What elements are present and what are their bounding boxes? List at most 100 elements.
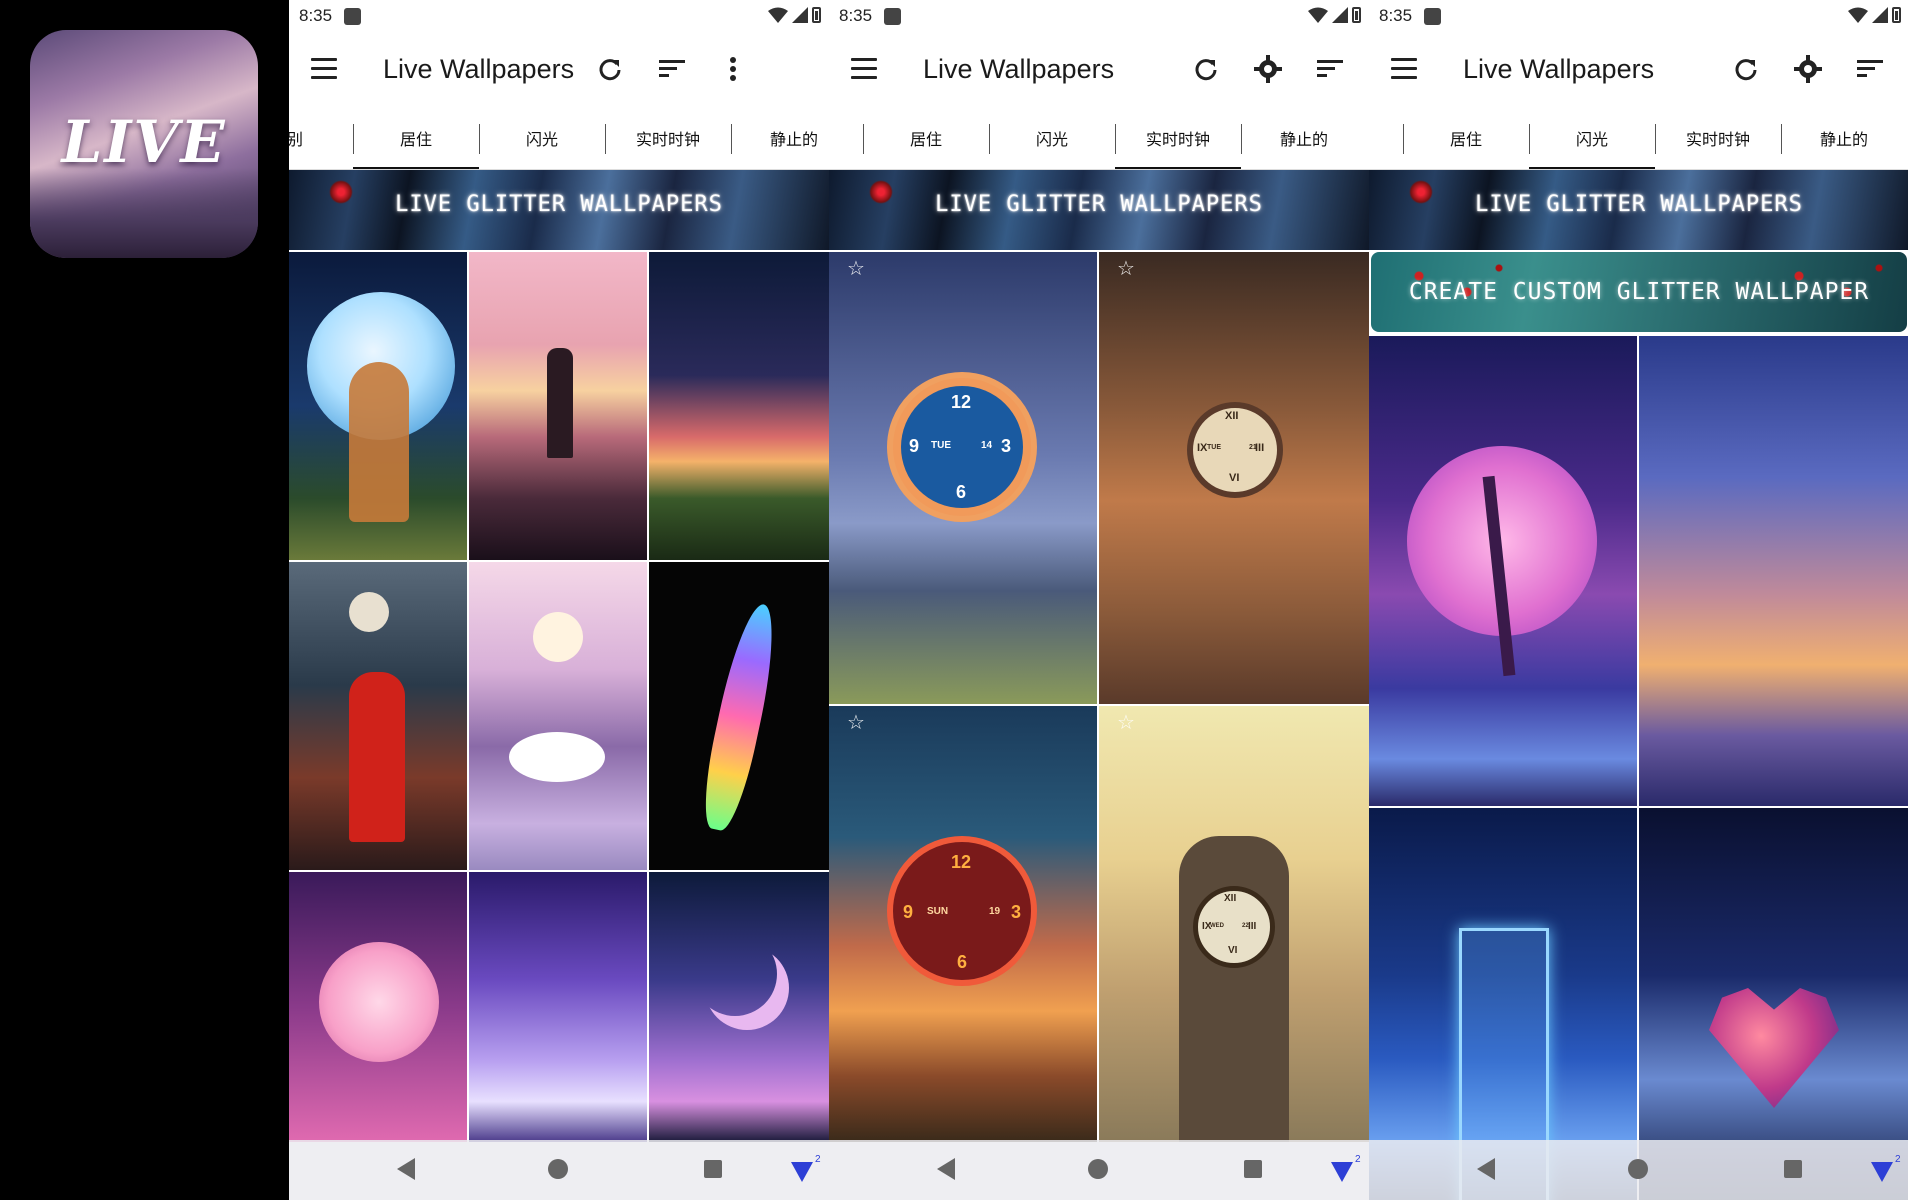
wallpaper-pink-moon-hero[interactable]	[289, 872, 467, 1142]
sort-icon[interactable]	[655, 52, 689, 86]
wallpaper-crescent-moon[interactable]	[649, 872, 829, 1142]
tab-live[interactable]: 居住	[863, 106, 989, 169]
glitter-banner[interactable]: LIVE GLITTER WALLPAPERS	[289, 170, 829, 250]
recents-icon[interactable]	[704, 1160, 722, 1178]
back-icon[interactable]	[937, 1158, 955, 1180]
app-icon-mountains	[30, 168, 258, 258]
status-bar: 8:35	[829, 0, 1369, 32]
wallpaper-clock-tower[interactable]: ☆ XII III VI IX WED 22	[1099, 706, 1369, 1142]
clock-face: XII III VI IX TUE 21	[1187, 402, 1283, 498]
nav-bar: 2	[829, 1140, 1369, 1200]
status-bar: 8:35	[1369, 0, 1908, 32]
vpn-badge-count: 2	[815, 1154, 821, 1165]
wifi-icon	[1308, 7, 1328, 23]
vpn-badge-icon	[1331, 1162, 1353, 1182]
hamburger-icon[interactable]	[1391, 58, 1417, 80]
refresh-icon[interactable]	[1729, 52, 1763, 86]
gear-icon[interactable]	[1791, 52, 1825, 86]
tab-live[interactable]: 居住	[353, 106, 479, 169]
recents-icon[interactable]	[1244, 1160, 1262, 1178]
app-icon-logo: LIVE	[61, 108, 227, 176]
refresh-icon[interactable]	[1189, 52, 1223, 86]
app-title: Live Wallpapers	[1463, 54, 1655, 84]
tab-live-clock[interactable]: 实时时钟	[1655, 106, 1781, 169]
tab-glitter[interactable]: 闪光	[1529, 106, 1655, 169]
wallpaper-neon-palm[interactable]	[1369, 336, 1637, 806]
nav-bar: 2	[1369, 1140, 1908, 1200]
sort-icon[interactable]	[1853, 52, 1887, 86]
banner-text: LIVE GLITTER WALLPAPERS	[1475, 192, 1803, 217]
tab-live-clock[interactable]: 实时时钟	[605, 106, 731, 169]
create-custom-wallpaper-button[interactable]: CREATE CUSTOM GLITTER WALLPAPER	[1371, 252, 1907, 332]
favorite-star-icon[interactable]: ☆	[847, 256, 865, 281]
phone-screen-3: 8:35 Live Wallpapers 居住 闪光 实时时钟 静止的 LIVE…	[1369, 0, 1908, 1200]
glitter-banner[interactable]: LIVE GLITTER WALLPAPERS	[1369, 170, 1908, 250]
tab-static[interactable]: 静止的	[731, 106, 829, 169]
wallpaper-antique-clock[interactable]: ☆ XII III VI IX TUE 21	[1099, 252, 1369, 704]
wallpaper-deer-moon[interactable]	[289, 252, 467, 560]
signal-icon	[792, 7, 808, 23]
favorite-star-icon[interactable]: ☆	[1117, 256, 1135, 281]
back-icon[interactable]	[1477, 1158, 1495, 1180]
wifi-icon	[1848, 7, 1868, 23]
battery-icon	[812, 7, 821, 23]
tab-live-clock[interactable]: 实时时钟	[1115, 106, 1241, 169]
tab-bar: 居住 闪光 实时时钟 静止的	[829, 106, 1369, 170]
vpn-badge-icon	[791, 1162, 813, 1182]
status-time: 8:35	[839, 6, 873, 25]
battery-icon	[1352, 7, 1361, 23]
notification-icon	[884, 7, 902, 25]
wallpaper-angel-moon[interactable]	[469, 872, 647, 1142]
home-icon[interactable]	[548, 1159, 568, 1179]
tab-bar: 居住 闪光 实时时钟 静止的	[1369, 106, 1908, 170]
tab-category[interactable]: 类别	[289, 106, 315, 169]
wallpaper-samurai-sunset[interactable]	[469, 252, 647, 560]
status-time: 8:35	[1379, 6, 1413, 25]
hamburger-icon[interactable]	[851, 58, 877, 80]
back-icon[interactable]	[397, 1158, 415, 1180]
vpn-badge-icon	[1871, 1162, 1893, 1182]
clock-face: 12 3 6 9 TUE 14	[887, 372, 1037, 522]
create-banner-text: CREATE CUSTOM GLITTER WALLPAPER	[1408, 279, 1870, 305]
banner-text: LIVE GLITTER WALLPAPERS	[935, 192, 1263, 217]
home-icon[interactable]	[1628, 1159, 1648, 1179]
tab-static[interactable]: 静止的	[1781, 106, 1907, 169]
wallpaper-red-warrior[interactable]	[289, 562, 467, 870]
signal-icon	[1872, 7, 1888, 23]
favorite-star-icon[interactable]: ☆	[847, 710, 865, 735]
wallpaper-neon-feather[interactable]	[649, 562, 829, 870]
phone-screen-1: 8:35 Live Wallpapers 类别 居住	[289, 0, 829, 1200]
wallpaper-night-valley[interactable]	[649, 252, 829, 560]
tab-glitter[interactable]: 闪光	[479, 106, 605, 169]
nav-bar: 2	[289, 1140, 829, 1200]
gear-icon[interactable]	[1251, 52, 1285, 86]
notification-icon	[344, 7, 362, 25]
status-bar: 8:35	[289, 0, 829, 32]
wallpaper-neon-alarm-clock[interactable]: ☆ 12 3 6 9 SUN 19	[829, 706, 1097, 1142]
recents-icon[interactable]	[1784, 1160, 1802, 1178]
app-bar: Live Wallpapers	[1369, 32, 1908, 106]
signal-icon	[1332, 7, 1348, 23]
battery-icon	[1892, 7, 1901, 23]
clock-face: 12 3 6 9 SUN 19	[887, 836, 1037, 986]
hamburger-icon[interactable]	[311, 58, 337, 80]
wallpaper-blue-alarm-clock[interactable]: ☆ 12 3 6 9 TUE 14	[829, 252, 1097, 704]
favorite-star-icon[interactable]: ☆	[1117, 710, 1135, 735]
tab-bar: 类别 居住 闪光 实时时钟 静止的	[289, 106, 829, 170]
app-bar: Live Wallpapers	[829, 32, 1369, 106]
phone-screen-2: 8:35 Live Wallpapers 居住 闪光 实时时钟 静止的 LIVE…	[829, 0, 1369, 1200]
tab-static[interactable]: 静止的	[1241, 106, 1367, 169]
more-vert-icon[interactable]	[716, 52, 750, 86]
tab-glitter[interactable]: 闪光	[989, 106, 1115, 169]
status-time: 8:35	[299, 6, 333, 25]
home-icon[interactable]	[1088, 1159, 1108, 1179]
wifi-icon	[768, 7, 788, 23]
refresh-icon[interactable]	[593, 52, 627, 86]
app-icon: LIVE	[30, 30, 258, 258]
sort-icon[interactable]	[1313, 52, 1347, 86]
wallpaper-swan-lake[interactable]	[469, 562, 647, 870]
app-title: Live Wallpapers	[923, 54, 1115, 84]
tab-live[interactable]: 居住	[1403, 106, 1529, 169]
glitter-banner[interactable]: LIVE GLITTER WALLPAPERS	[829, 170, 1369, 250]
wallpaper-cozy-room[interactable]	[1639, 336, 1908, 806]
